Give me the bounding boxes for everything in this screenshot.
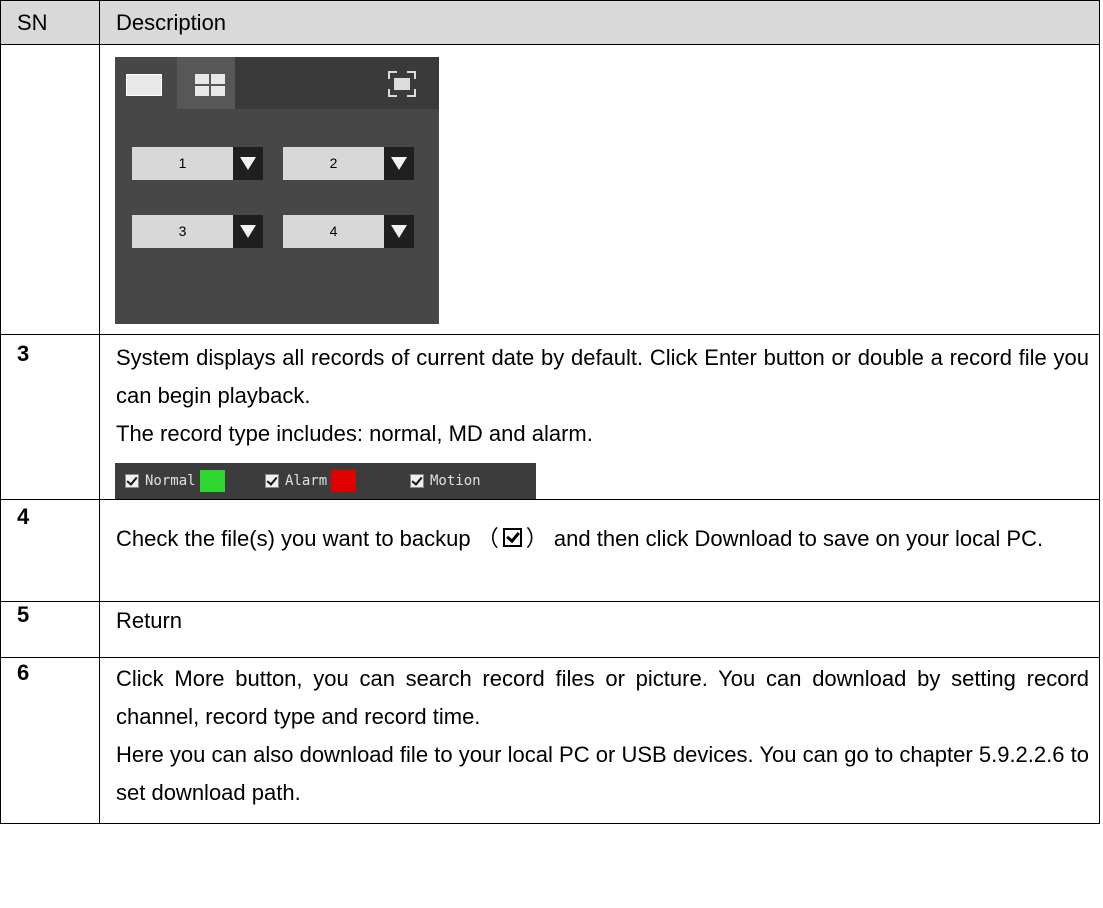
normal-color-swatch <box>199 470 225 492</box>
row-description: Return <box>99 601 1100 658</box>
record-type-legend: Normal Alarm Motion <box>115 463 536 499</box>
dropdown-arrow-icon[interactable] <box>384 215 414 248</box>
row-description: Click More button, you can search record… <box>99 657 1100 824</box>
table-row: 3 System displays all records of current… <box>0 334 1100 500</box>
checkbox-checked-icon <box>502 528 522 547</box>
row-description: 1 2 3 4 <box>99 44 1100 335</box>
channel-value: 3 <box>132 215 233 248</box>
legend-alarm[interactable]: Alarm <box>265 463 357 499</box>
dropdown-arrow-icon[interactable] <box>233 147 263 180</box>
channel-select-1[interactable]: 1 <box>132 147 263 180</box>
row-sn: 6 <box>0 657 100 824</box>
single-window-icon <box>126 74 162 96</box>
legend-normal[interactable]: Normal <box>125 463 225 499</box>
table-row: 6 Click More button, you can search reco… <box>0 657 1100 824</box>
document-page: SN Description 1 2 3 4 3 System displays… <box>0 0 1103 908</box>
row-sn: 3 <box>0 334 100 500</box>
description-text: Check the file(s) you want to backup <box>116 526 471 551</box>
row-sn: 4 <box>0 499 100 602</box>
dropdown-arrow-icon[interactable] <box>384 147 414 180</box>
header-sn: SN <box>0 0 100 45</box>
table-row: 4 Check the file(s) you want to backup （… <box>0 499 1100 602</box>
description-text: Click More button, you can search record… <box>116 666 1089 729</box>
legend-label: Alarm <box>285 473 328 489</box>
channel-select-3[interactable]: 3 <box>132 215 263 248</box>
channel-value: 2 <box>283 147 384 180</box>
description-text: The record type includes: normal, MD and… <box>116 421 593 446</box>
table-row: 5 Return <box>0 601 1100 658</box>
table-header-row: SN Description <box>0 0 1100 45</box>
legend-label: Normal <box>145 473 196 489</box>
legend-motion[interactable]: Motion <box>410 463 481 499</box>
channel-select-4[interactable]: 4 <box>283 215 414 248</box>
description-text: and then click Download to save on your … <box>553 526 1044 551</box>
row-sn <box>0 44 100 335</box>
row-sn: 5 <box>0 601 100 658</box>
channel-value: 1 <box>132 147 233 180</box>
fullscreen-icon[interactable] <box>388 71 416 97</box>
paren-close: ） <box>525 527 548 552</box>
checkbox-checked-icon[interactable] <box>265 474 279 488</box>
channel-select-2[interactable]: 2 <box>283 147 414 180</box>
alarm-color-swatch <box>331 470 357 492</box>
header-description: Description <box>99 0 1100 45</box>
quad-window-icon <box>195 74 225 96</box>
channel-value: 4 <box>283 215 384 248</box>
checkbox-checked-icon[interactable] <box>125 474 139 488</box>
dropdown-arrow-icon[interactable] <box>233 215 263 248</box>
description-table: SN Description 1 2 3 4 3 System displays… <box>0 0 1100 824</box>
window-split-panel: 1 2 3 4 <box>115 57 439 324</box>
checkbox-checked-icon[interactable] <box>410 474 424 488</box>
row-description: Check the file(s) you want to backup （） … <box>99 499 1100 602</box>
legend-label: Motion <box>430 473 481 489</box>
table-row: 1 2 3 4 <box>0 44 1100 335</box>
description-text: System displays all records of current d… <box>116 345 1089 408</box>
paren-open: （ <box>476 527 499 552</box>
description-text: Here you can also download file to your … <box>116 742 1089 805</box>
tab-single-window[interactable] <box>115 57 177 109</box>
row-description: System displays all records of current d… <box>99 334 1100 500</box>
